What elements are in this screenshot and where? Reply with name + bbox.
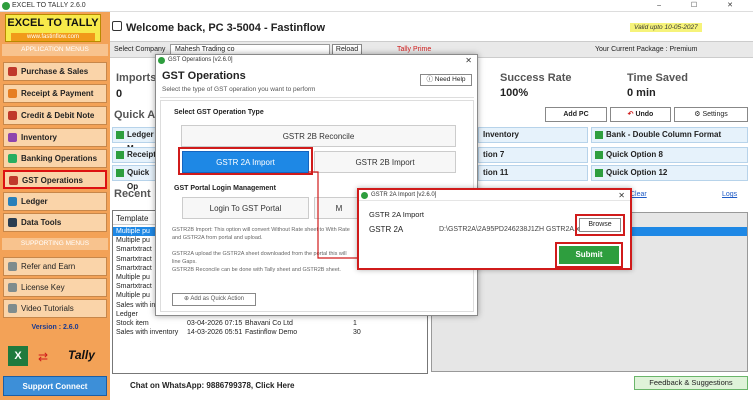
- file-path-field[interactable]: D:\GSTR2A\2A95PD246238J1ZH GSTR2A.xlsx: [439, 226, 588, 233]
- gstr2a-import-dialog: GSTR 2A Import [v2.6.0] ✕ GSTR 2A Import …: [357, 188, 632, 270]
- close-icon[interactable]: ✕: [618, 190, 625, 201]
- browse-button[interactable]: Browse: [579, 218, 621, 232]
- file-label: GSTR 2A: [369, 225, 404, 234]
- upload-titlebar: GSTR 2A Import [v2.6.0] ✕: [359, 190, 630, 201]
- upload-heading: GSTR 2A Import: [369, 210, 425, 219]
- dialog-app-icon: [361, 192, 368, 199]
- upload-window-title: GSTR 2A Import [v2.6.0]: [371, 192, 437, 198]
- submit-button[interactable]: Submit: [559, 246, 619, 264]
